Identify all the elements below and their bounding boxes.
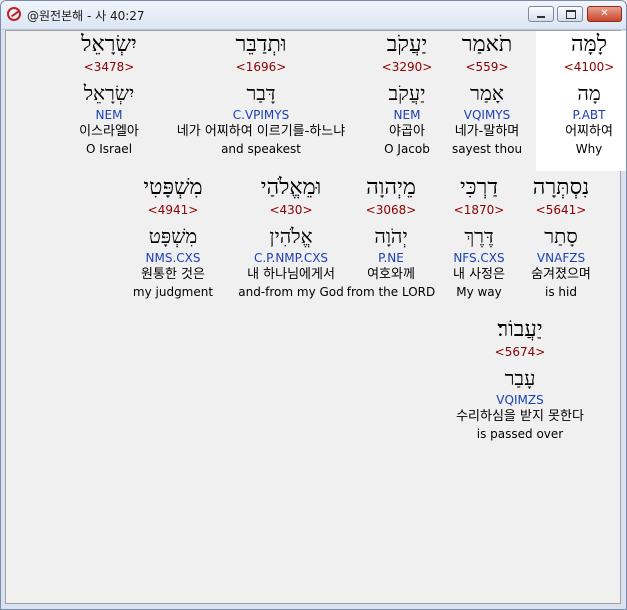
hebrew-word: יִשְׂרָאֵל bbox=[81, 32, 137, 57]
app-logo-icon[interactable] bbox=[7, 7, 21, 21]
parsing-code: C.P.NMP.CXS bbox=[253, 251, 329, 265]
hebrew-root: דָּבַר bbox=[246, 81, 276, 105]
hebrew-root: עָבַר bbox=[504, 366, 536, 390]
english-gloss: is passed over bbox=[476, 427, 564, 441]
korean-gloss: 내 하나님에게서 bbox=[247, 267, 335, 282]
strong-number[interactable]: <1696> bbox=[156, 59, 366, 75]
hebrew-root: יַעֲקֹב bbox=[388, 81, 426, 105]
hebrew-root: מָה bbox=[577, 81, 601, 105]
hebrew-word: מִשְׁפָּטִי bbox=[143, 175, 203, 200]
english-gloss: O Israel bbox=[85, 142, 133, 156]
hebrew-word: וּתְדַבֵּר bbox=[235, 32, 287, 57]
word-card[interactable]: יִשְׂרָאֵל <3478> יִשְׂרָאֵל NEM 이스라엘아 O… bbox=[56, 31, 162, 157]
strong-number[interactable]: <3290> bbox=[354, 59, 460, 75]
hebrew-word: וּמֵאֱלֹהַי bbox=[260, 175, 322, 200]
hebrew-word: יַעֲבוֹר׃ bbox=[497, 317, 543, 342]
window-title: @원전본해 - 사 40:27 bbox=[27, 9, 145, 23]
word-card[interactable]: לָמָּה <4100> מָה P.ABT 어찌하여 Why bbox=[536, 31, 626, 171]
korean-gloss: 이스라엘아 bbox=[79, 124, 139, 139]
hebrew-root: מִשְׁפָּט bbox=[148, 224, 198, 248]
word-card[interactable]: יַעֲבוֹר׃ <5674> עָבַר VQIMZS 수리하심을 받지 못… bbox=[432, 316, 608, 442]
hebrew-root: אֱלֹהִין bbox=[269, 224, 313, 248]
parsing-code: NEM bbox=[95, 108, 123, 122]
parsing-code: P.ABT bbox=[572, 108, 606, 122]
word-card[interactable]: וּתְדַבֵּר <1696> דָּבַר C.VPIMYS 네가 어찌하… bbox=[156, 31, 366, 157]
word-card[interactable]: יַעֲקֹב <3290> יַעֲקֹב NEM 야곱아 O Jacob bbox=[354, 31, 460, 157]
korean-gloss: 원통한 것은 bbox=[141, 267, 205, 282]
minimize-button[interactable] bbox=[528, 6, 554, 22]
parsing-code: NMS.CXS bbox=[145, 251, 201, 265]
strong-number[interactable]: <3478> bbox=[56, 59, 162, 75]
title-bar[interactable]: @원전본해 - 사 40:27 ✕ bbox=[1, 1, 626, 30]
app-window: @원전본해 - 사 40:27 ✕ לָמָּה <4100> מָה P.AB… bbox=[0, 0, 627, 610]
hebrew-word: לָמָּה bbox=[571, 32, 607, 57]
korean-gloss: 야곱아 bbox=[389, 124, 425, 139]
maximize-button[interactable] bbox=[557, 6, 583, 22]
parsing-code: NEM bbox=[393, 108, 421, 122]
close-button[interactable]: ✕ bbox=[587, 6, 622, 22]
word-card[interactable]: מִשְׁפָּטִי <4941> מִשְׁפָּט NMS.CXS 원통한… bbox=[120, 174, 226, 300]
parsing-code: C.VPIMYS bbox=[232, 108, 290, 122]
english-gloss: and-from my God bbox=[238, 285, 344, 299]
english-gloss: my judgment bbox=[132, 285, 214, 299]
korean-gloss: 어찌하여 bbox=[565, 124, 613, 139]
strong-number[interactable]: <4100> bbox=[536, 59, 626, 75]
korean-gloss: 수리하심을 받지 못한다 bbox=[456, 409, 584, 424]
strong-number[interactable]: <430> bbox=[228, 202, 354, 218]
word-card[interactable]: וּמֵאֱלֹהַי <430> אֱלֹהִין C.P.NMP.CXS 내… bbox=[228, 174, 354, 300]
parsing-code: VQIMZS bbox=[496, 393, 544, 407]
strong-number[interactable]: <4941> bbox=[120, 202, 226, 218]
hebrew-root: יִשְׂרָאֵל bbox=[83, 81, 135, 105]
close-icon: ✕ bbox=[600, 8, 609, 19]
strong-number[interactable]: <5674> bbox=[432, 344, 608, 360]
interlinear-panel: לָמָּה <4100> מָה P.ABT 어찌하여 Why תֹאמַר … bbox=[5, 30, 626, 604]
korean-gloss: 네가 어찌하여 이르기를-하느냐 bbox=[176, 124, 346, 139]
hebrew-word: יַעֲקֹב bbox=[386, 32, 428, 57]
english-gloss: Why bbox=[575, 142, 603, 156]
english-gloss: O Jacob bbox=[384, 142, 430, 156]
english-gloss: and speakest bbox=[221, 142, 301, 156]
